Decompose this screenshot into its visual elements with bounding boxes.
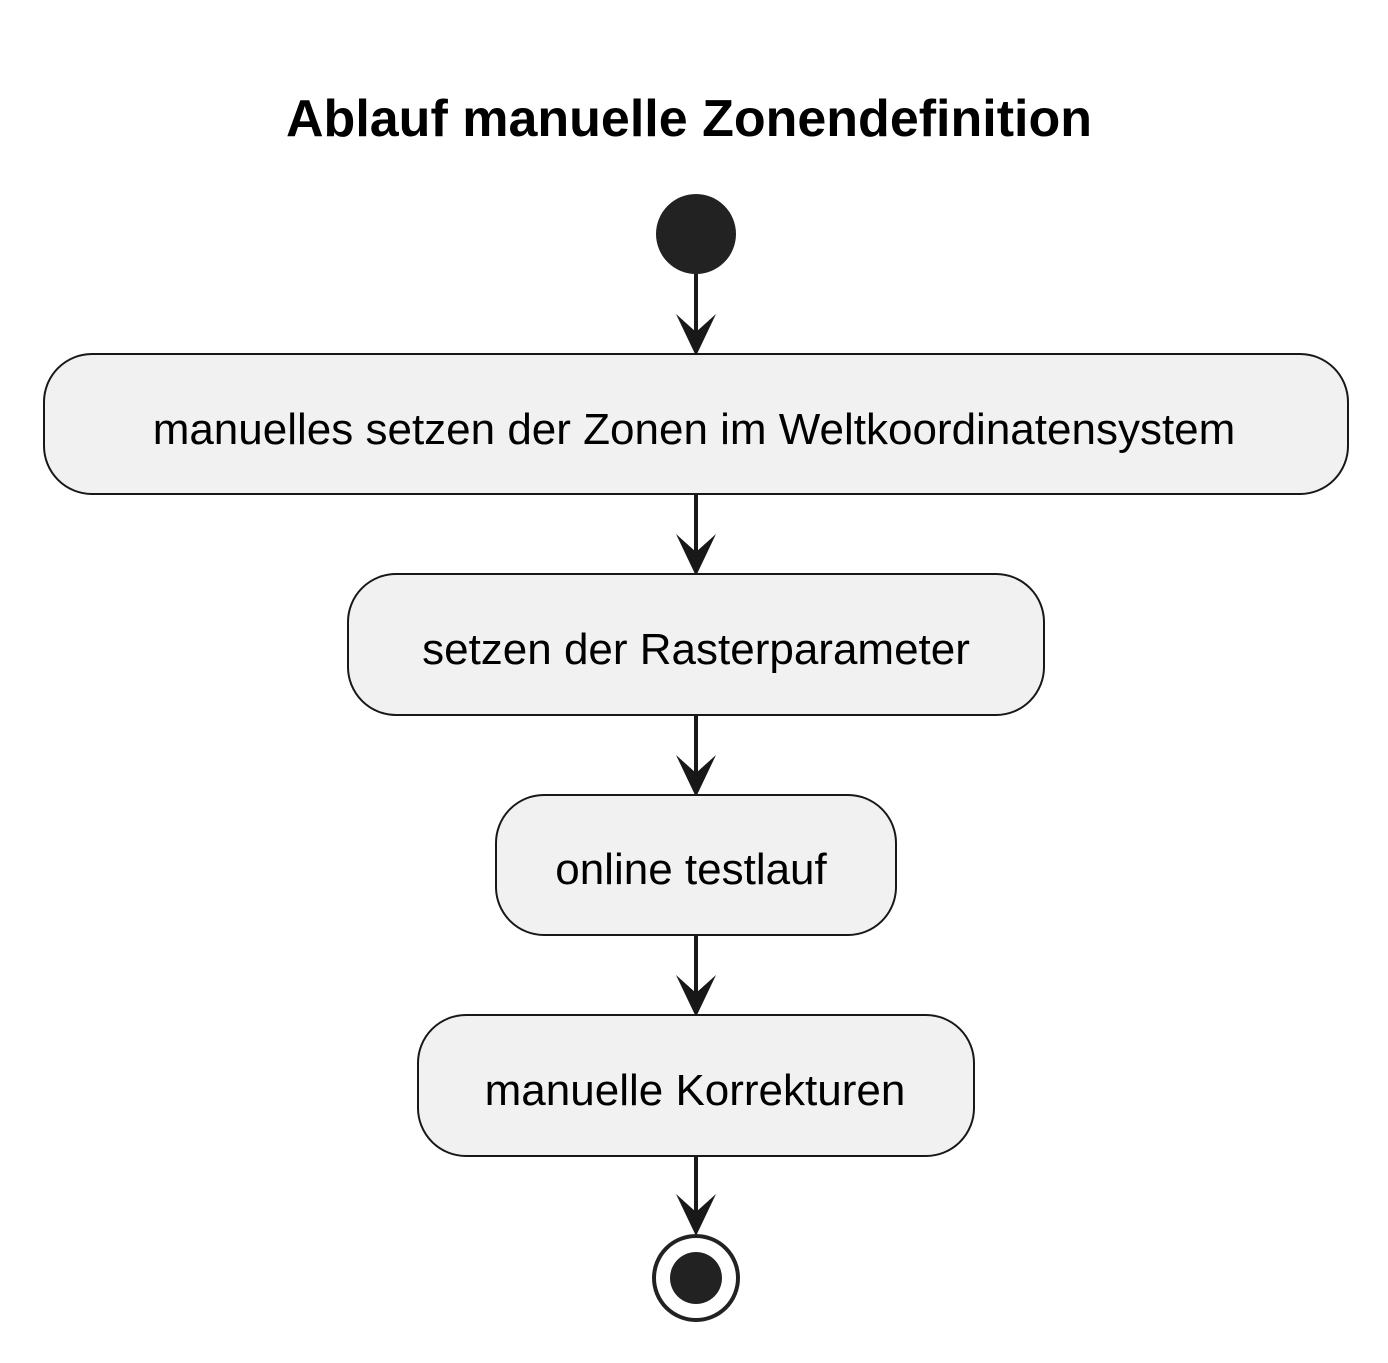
end-node bbox=[652, 1234, 740, 1322]
flow-arrow bbox=[676, 935, 716, 1017]
activity-node: online testlauf bbox=[495, 794, 897, 936]
activity-label: manuelles setzen der Zonen im Weltkoordi… bbox=[153, 405, 1236, 454]
activity-node: manuelles setzen der Zonen im Weltkoordi… bbox=[43, 353, 1349, 495]
activity-label: manuelle Korrekturen bbox=[485, 1066, 906, 1115]
activity-node: manuelle Korrekturen bbox=[417, 1014, 975, 1157]
diagram-title: Ablauf manuelle Zonendefinition bbox=[286, 90, 1092, 148]
activity-diagram: Ablauf manuelle Zonendefinition manuelle… bbox=[43, 90, 1349, 1322]
activity-label: setzen der Rasterparameter bbox=[422, 625, 970, 674]
flow-arrow bbox=[676, 1156, 716, 1236]
activity-node: setzen der Rasterparameter bbox=[347, 573, 1045, 716]
flow-arrow bbox=[676, 274, 716, 356]
start-node bbox=[656, 194, 736, 274]
flow-arrow bbox=[676, 494, 716, 576]
flow-arrow bbox=[676, 715, 716, 797]
activity-label: online testlauf bbox=[555, 845, 827, 894]
